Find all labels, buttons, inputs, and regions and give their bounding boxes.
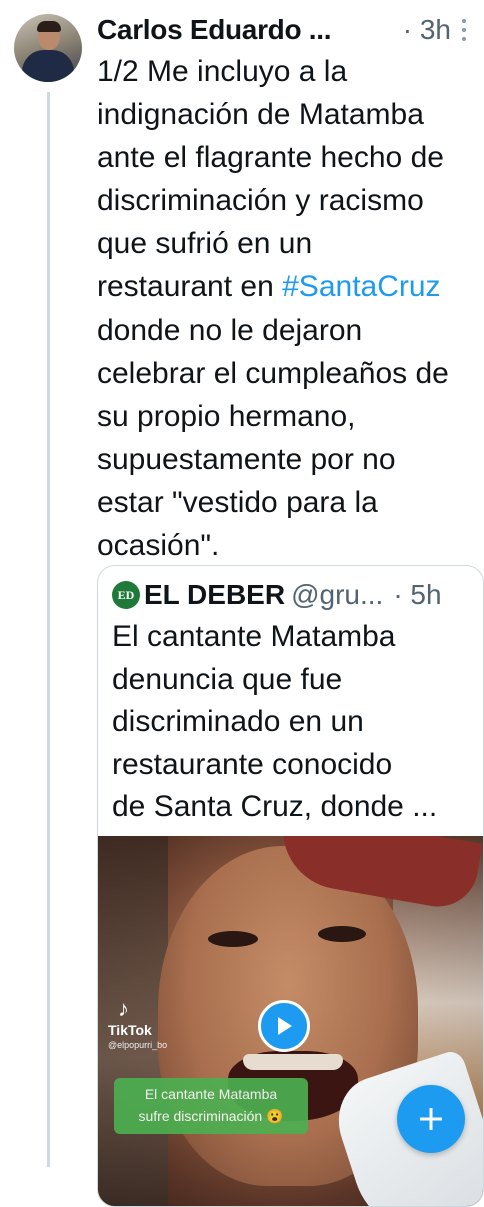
hashtag-link[interactable]: #SantaCruz (282, 270, 440, 303)
tiktok-username: @elpopurri_bo (108, 1040, 168, 1050)
video-caption: El cantante Matamba sufre discriminación… (114, 1078, 308, 1134)
quoted-text-line: discriminado en un (112, 705, 364, 739)
tiktok-name: TikTok (108, 1022, 152, 1038)
avatar[interactable] (14, 14, 82, 82)
tweet-text-line: celebrar el cumpleaños de (97, 356, 449, 390)
tweet-text-line-with-hashtag: restaurant en #SantaCruz (97, 265, 477, 308)
quoted-author-name: EL DEBER (144, 579, 286, 610)
play-button[interactable] (258, 1000, 310, 1052)
tweet-text-line: 1/2 Me incluyo a la (97, 55, 348, 88)
quoted-text-line: denuncia que fue (112, 662, 343, 696)
quoted-author-handle: @gru... (291, 579, 384, 610)
quoted-text-line: de Santa Cruz, donde ... (112, 790, 438, 824)
el-deber-logo-icon: ED (112, 581, 140, 609)
tweet-text-line: indignación de Matamba (97, 98, 424, 132)
quoted-text-line: restaurante conocido (112, 747, 393, 781)
tweet-text-line: su propio hermano, (97, 399, 356, 433)
tweet-text-line: donde no le dejaron (97, 313, 363, 347)
tweet-timestamp[interactable]: · 3h (403, 14, 451, 46)
tweet-text-line: que sufrió en un (97, 227, 313, 261)
tweet-text-line: estar "vestido para la (97, 485, 378, 519)
tweet-text-line: supuestamente por no (97, 442, 396, 476)
tiktok-logo-icon: ♪ (118, 996, 129, 1021)
plus-icon (420, 1108, 442, 1130)
tiktok-watermark: ♪ TikTok @elpopurri_bo (108, 996, 192, 1056)
tweet-text-line: discriminación y racismo (97, 184, 424, 218)
quoted-tweet-timestamp: · 5h (393, 579, 442, 610)
quoted-tweet-header: ED EL DEBER @gru... · 5h (112, 578, 464, 612)
video-caption-line: El cantante Matamba (144, 1086, 278, 1102)
thread-connector-line (47, 92, 50, 1167)
author-name[interactable]: Carlos Eduardo ... (97, 14, 332, 46)
quoted-text-line: El cantante Matamba (112, 620, 396, 653)
tweet-header: Carlos Eduardo ... · 3h (97, 10, 467, 50)
compose-button[interactable] (397, 1085, 465, 1153)
tweet-text-line: ocasión". (97, 529, 220, 563)
quoted-tweet-text: El cantante Matamba denuncia que fue dis… (112, 616, 472, 829)
play-icon (278, 1017, 292, 1035)
video-caption-line: sufre discriminación 😮 (138, 1108, 284, 1124)
tweet-text: 1/2 Me incluyo a la indignación de Matam… (97, 50, 477, 567)
tweet-text-line: ante el flagrante hecho de (97, 141, 444, 175)
tweet-text-fragment: restaurant en (97, 270, 283, 304)
more-vertical-icon[interactable] (461, 19, 467, 41)
